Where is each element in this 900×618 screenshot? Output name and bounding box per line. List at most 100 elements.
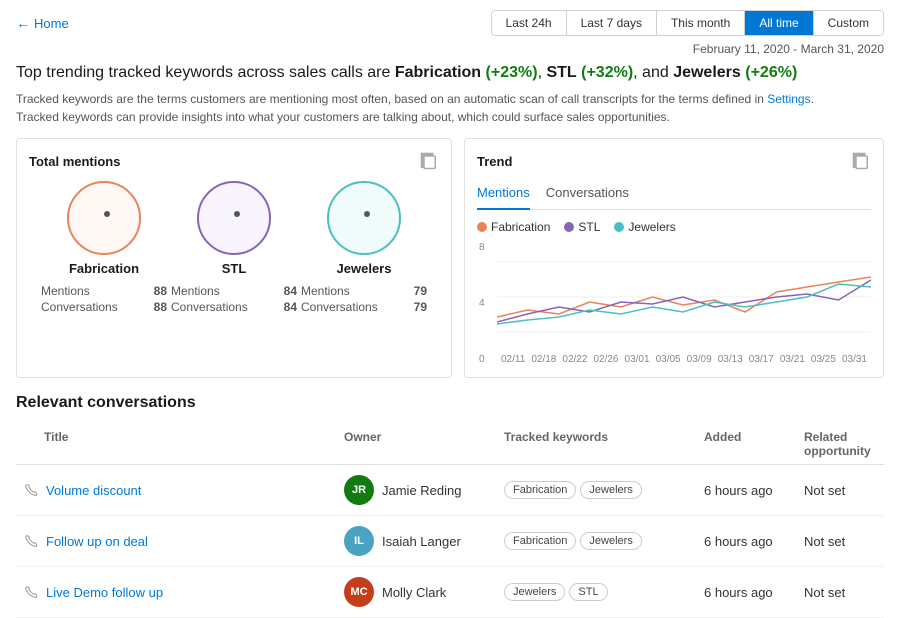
x-label: 02/26 <box>593 354 618 365</box>
time-filter-btn[interactable]: All time <box>745 11 813 35</box>
trend-tab[interactable]: Conversations <box>546 181 629 210</box>
related-cell: Not set <box>796 483 884 498</box>
mention-stats: Mentions84 Conversations84 <box>169 282 299 316</box>
trend-panel: Trend Mentions Conversations Fabrication S… <box>464 138 884 378</box>
related-cell: Not set <box>796 534 884 549</box>
trend-tab[interactable]: Mentions <box>477 181 530 210</box>
time-filter-btn[interactable]: Last 24h <box>492 11 567 35</box>
avatar: MC <box>344 577 374 607</box>
keyword1-pct: (+23%) <box>486 64 538 81</box>
row-title[interactable]: Follow up on deal <box>24 534 328 549</box>
mention-stats: Mentions79 Conversations79 <box>299 282 429 316</box>
circle-container <box>197 181 271 255</box>
tags-cell: JewelersSTL <box>496 583 696 601</box>
added-text: 6 hours ago <box>704 483 773 498</box>
keyword3: Jewelers <box>673 64 741 81</box>
legend-label: Jewelers <box>628 220 675 234</box>
related-text: Not set <box>804 483 845 498</box>
trend-legend: Fabrication STL Jewelers <box>477 220 871 234</box>
owner-cell: MC Molly Clark <box>336 577 496 607</box>
owner-name: Isaiah Langer <box>382 534 461 549</box>
x-label: 03/17 <box>749 354 774 365</box>
x-label: 03/21 <box>780 354 805 365</box>
x-label: 03/25 <box>811 354 836 365</box>
x-label: 03/13 <box>718 354 743 365</box>
time-filter-btn[interactable]: Last 7 days <box>567 11 657 35</box>
related-cell: Not set <box>796 585 884 600</box>
phone-icon <box>24 585 38 599</box>
phone-icon <box>24 483 38 497</box>
tags-cell: FabricationJewelers <box>496 481 696 499</box>
table-header: TitleOwnerTracked keywordsAddedRelated o… <box>16 424 884 465</box>
owner-info: JR Jamie Reding <box>344 475 488 505</box>
desc-line1: Tracked keywords are the terms customers… <box>16 92 767 106</box>
y-labels: 048 <box>477 242 487 365</box>
back-label: Home <box>34 16 69 31</box>
total-mentions-title: Total mentions <box>29 151 439 171</box>
x-label: 03/05 <box>656 354 681 365</box>
sep2: , and <box>633 64 673 81</box>
y-label: 4 <box>479 298 485 309</box>
legend-item: Jewelers <box>614 220 675 234</box>
y-label: 8 <box>479 242 485 253</box>
conversations-section: Relevant conversations TitleOwnerTracked… <box>16 394 884 618</box>
row-title[interactable]: Live Demo follow up <box>24 585 328 600</box>
keyword-tag: STL <box>569 583 607 601</box>
x-label: 02/22 <box>562 354 587 365</box>
time-filter-btn[interactable]: This month <box>657 11 745 35</box>
x-label: 03/31 <box>842 354 867 365</box>
keyword-circle <box>327 181 401 255</box>
avatar: JR <box>344 475 374 505</box>
mention-stats: Mentions88 Conversations88 <box>39 282 169 316</box>
x-labels: 02/1102/1802/2202/2603/0103/0503/0903/13… <box>497 354 871 365</box>
title-cell: Volume discount <box>16 483 336 498</box>
table-col-header: Owner <box>336 430 496 458</box>
keyword3-pct: (+26%) <box>745 64 797 81</box>
time-filter-btn[interactable]: Custom <box>814 11 883 35</box>
chart-area <box>497 242 871 352</box>
mention-item: Fabrication Mentions88 Conversations88 <box>39 181 169 316</box>
mention-name: STL <box>222 261 247 276</box>
added-text: 6 hours ago <box>704 534 773 549</box>
circle-container <box>327 181 401 255</box>
table-col-header: Tracked keywords <box>496 430 696 458</box>
related-text: Not set <box>804 534 845 549</box>
owner-cell: IL Isaiah Langer <box>336 526 496 556</box>
owner-cell: JR Jamie Reding <box>336 475 496 505</box>
legend-label: Fabrication <box>491 220 550 234</box>
avatar: IL <box>344 526 374 556</box>
owner-info: IL Isaiah Langer <box>344 526 488 556</box>
mentions-row: Fabrication Mentions88 Conversations88 S… <box>29 181 439 316</box>
keyword-circle <box>197 181 271 255</box>
copy-icon-trend[interactable] <box>851 151 871 171</box>
description: Tracked keywords are the terms customers… <box>16 90 884 126</box>
added-cell: 6 hours ago <box>696 534 796 549</box>
x-label: 02/18 <box>531 354 556 365</box>
time-filter-group: Last 24hLast 7 daysThis monthAll timeCus… <box>491 10 884 36</box>
keyword1: Fabrication <box>395 64 481 81</box>
table-row: Volume discount JR Jamie Reding Fabricat… <box>16 465 884 516</box>
x-label: 03/01 <box>625 354 650 365</box>
row-title[interactable]: Volume discount <box>24 483 328 498</box>
total-mentions-panel: Total mentions Fabrication Mentions88 Co… <box>16 138 452 378</box>
legend-item: Fabrication <box>477 220 550 234</box>
title-cell: Live Demo follow up <box>16 585 336 600</box>
added-cell: 6 hours ago <box>696 585 796 600</box>
title-cell: Follow up on deal <box>16 534 336 549</box>
back-link[interactable]: ← Home <box>16 15 69 31</box>
owner-info: MC Molly Clark <box>344 577 488 607</box>
dot <box>234 211 240 217</box>
settings-link[interactable]: Settings <box>767 92 810 106</box>
legend-label: STL <box>578 220 600 234</box>
legend-dot <box>614 222 624 232</box>
back-arrow-icon: ← <box>16 15 30 31</box>
copy-icon[interactable] <box>419 151 439 171</box>
owner-name: Jamie Reding <box>382 483 462 498</box>
panels: Total mentions Fabrication Mentions88 Co… <box>16 138 884 378</box>
phone-icon <box>24 534 38 548</box>
related-text: Not set <box>804 585 845 600</box>
legend-dot <box>564 222 574 232</box>
mention-name: Fabrication <box>69 261 139 276</box>
x-label: 03/09 <box>687 354 712 365</box>
trend-title: Trend <box>477 151 871 171</box>
